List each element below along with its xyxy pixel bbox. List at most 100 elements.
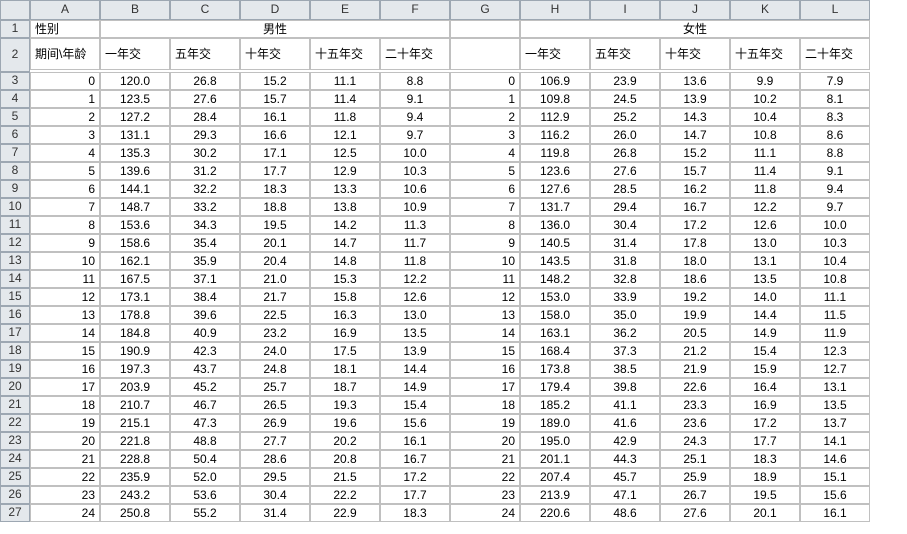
cell-G1[interactable]	[450, 20, 520, 38]
cell-H13[interactable]: 143.5	[520, 252, 590, 270]
cell-H8[interactable]: 123.6	[520, 162, 590, 180]
cell-J2[interactable]: 十年交	[660, 38, 730, 70]
cell-E27[interactable]: 22.9	[310, 504, 380, 522]
cell-J10[interactable]: 16.7	[660, 198, 730, 216]
cell-F18[interactable]: 13.9	[380, 342, 450, 360]
cell-H27[interactable]: 220.6	[520, 504, 590, 522]
cell-C16[interactable]: 39.6	[170, 306, 240, 324]
cell-H2[interactable]: 一年交	[520, 38, 590, 70]
cell-B3[interactable]: 120.0	[100, 72, 170, 90]
cell-F9[interactable]: 10.6	[380, 180, 450, 198]
cell-B11[interactable]: 153.6	[100, 216, 170, 234]
cell-E2[interactable]: 十五年交	[310, 38, 380, 70]
cell-H4[interactable]: 109.8	[520, 90, 590, 108]
cell-G13[interactable]: 10	[450, 252, 520, 270]
cell-K16[interactable]: 14.4	[730, 306, 800, 324]
cell-E8[interactable]: 12.9	[310, 162, 380, 180]
cell-G27[interactable]: 24	[450, 504, 520, 522]
cell-L16[interactable]: 11.5	[800, 306, 870, 324]
cell-J11[interactable]: 17.2	[660, 216, 730, 234]
cell-D4[interactable]: 15.7	[240, 90, 310, 108]
cell-H21[interactable]: 185.2	[520, 396, 590, 414]
cell-G10[interactable]: 7	[450, 198, 520, 216]
cell-K17[interactable]: 14.9	[730, 324, 800, 342]
cell-D17[interactable]: 23.2	[240, 324, 310, 342]
cell-H25[interactable]: 207.4	[520, 468, 590, 486]
cell-E25[interactable]: 21.5	[310, 468, 380, 486]
cell-I4[interactable]: 24.5	[590, 90, 660, 108]
cell-A5[interactable]: 2	[30, 108, 100, 126]
cell-F19[interactable]: 14.4	[380, 360, 450, 378]
cell-I17[interactable]: 36.2	[590, 324, 660, 342]
cell-C11[interactable]: 34.3	[170, 216, 240, 234]
cell-J9[interactable]: 16.2	[660, 180, 730, 198]
cell-J4[interactable]: 13.9	[660, 90, 730, 108]
cell-I19[interactable]: 38.5	[590, 360, 660, 378]
cell-F14[interactable]: 12.2	[380, 270, 450, 288]
cell-B18[interactable]: 190.9	[100, 342, 170, 360]
cell-D7[interactable]: 17.1	[240, 144, 310, 162]
cell-G17[interactable]: 14	[450, 324, 520, 342]
cell-C5[interactable]: 28.4	[170, 108, 240, 126]
cell-C10[interactable]: 33.2	[170, 198, 240, 216]
cell-F4[interactable]: 9.1	[380, 90, 450, 108]
cell-I20[interactable]: 39.8	[590, 378, 660, 396]
cell-H12[interactable]: 140.5	[520, 234, 590, 252]
cell-A24[interactable]: 21	[30, 450, 100, 468]
cell-L23[interactable]: 14.1	[800, 432, 870, 450]
cell-H20[interactable]: 179.4	[520, 378, 590, 396]
cell-E17[interactable]: 16.9	[310, 324, 380, 342]
cell-H19[interactable]: 173.8	[520, 360, 590, 378]
cell-G18[interactable]: 15	[450, 342, 520, 360]
cell-K25[interactable]: 18.9	[730, 468, 800, 486]
cell-B20[interactable]: 203.9	[100, 378, 170, 396]
cell-F6[interactable]: 9.7	[380, 126, 450, 144]
cell-L2[interactable]: 二十年交	[800, 38, 870, 70]
cell-G20[interactable]: 17	[450, 378, 520, 396]
cell-E5[interactable]: 11.8	[310, 108, 380, 126]
cell-E16[interactable]: 16.3	[310, 306, 380, 324]
cell-F15[interactable]: 12.6	[380, 288, 450, 306]
cell-C18[interactable]: 42.3	[170, 342, 240, 360]
cell-I13[interactable]: 31.8	[590, 252, 660, 270]
cell-I24[interactable]: 44.3	[590, 450, 660, 468]
cell-B13[interactable]: 162.1	[100, 252, 170, 270]
cell-A22[interactable]: 19	[30, 414, 100, 432]
cell-L15[interactable]: 11.1	[800, 288, 870, 306]
cell-C13[interactable]: 35.9	[170, 252, 240, 270]
cell-F10[interactable]: 10.9	[380, 198, 450, 216]
cell-B7[interactable]: 135.3	[100, 144, 170, 162]
cell-A25[interactable]: 22	[30, 468, 100, 486]
cell-G5[interactable]: 2	[450, 108, 520, 126]
cell-C17[interactable]: 40.9	[170, 324, 240, 342]
cell-G26[interactable]: 23	[450, 486, 520, 504]
cell-F2[interactable]: 二十年交	[380, 38, 450, 70]
cell-E14[interactable]: 15.3	[310, 270, 380, 288]
cell-D6[interactable]: 16.6	[240, 126, 310, 144]
cell-B27[interactable]: 250.8	[100, 504, 170, 522]
cell-C20[interactable]: 45.2	[170, 378, 240, 396]
cell-E11[interactable]: 14.2	[310, 216, 380, 234]
cell-C4[interactable]: 27.6	[170, 90, 240, 108]
cell-B16[interactable]: 178.8	[100, 306, 170, 324]
cell-B24[interactable]: 228.8	[100, 450, 170, 468]
cell-J26[interactable]: 26.7	[660, 486, 730, 504]
cell-G3[interactable]: 0	[450, 72, 520, 90]
cell-J23[interactable]: 24.3	[660, 432, 730, 450]
cell-I12[interactable]: 31.4	[590, 234, 660, 252]
cell-G23[interactable]: 20	[450, 432, 520, 450]
cell-L27[interactable]: 16.1	[800, 504, 870, 522]
cell-L10[interactable]: 9.7	[800, 198, 870, 216]
cell-J17[interactable]: 20.5	[660, 324, 730, 342]
cell-C6[interactable]: 29.3	[170, 126, 240, 144]
cell-H22[interactable]: 189.0	[520, 414, 590, 432]
cell-K22[interactable]: 17.2	[730, 414, 800, 432]
cell-B8[interactable]: 139.6	[100, 162, 170, 180]
cell-D12[interactable]: 20.1	[240, 234, 310, 252]
cell-L7[interactable]: 8.8	[800, 144, 870, 162]
cell-E6[interactable]: 12.1	[310, 126, 380, 144]
cell-A26[interactable]: 23	[30, 486, 100, 504]
cell-L3[interactable]: 7.9	[800, 72, 870, 90]
cell-A1[interactable]: 性别	[30, 20, 100, 38]
cell-B23[interactable]: 221.8	[100, 432, 170, 450]
